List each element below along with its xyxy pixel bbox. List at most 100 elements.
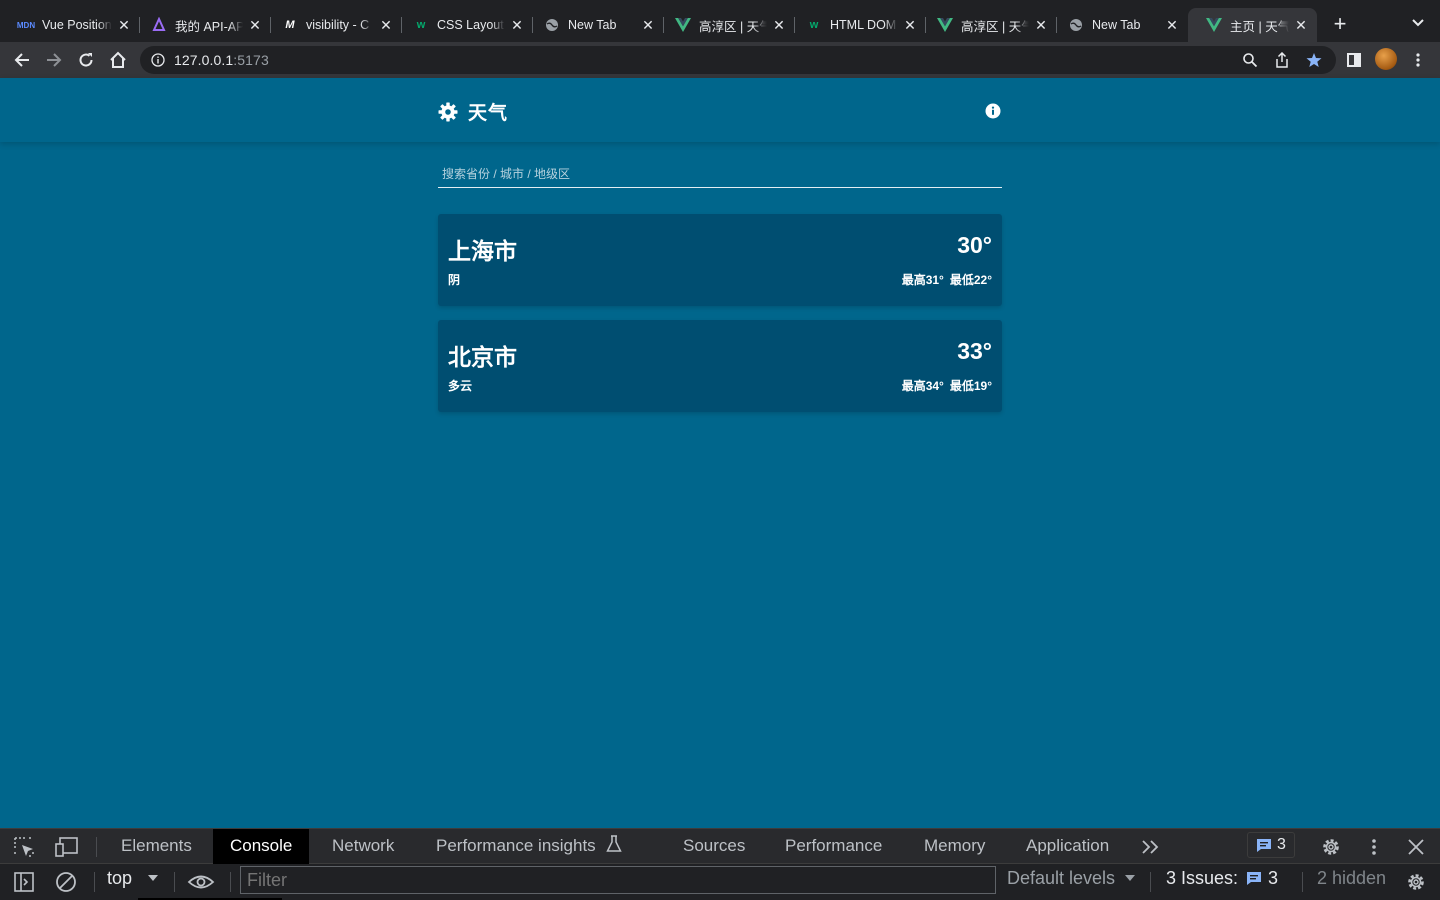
context-selector[interactable]: top [107,868,159,889]
zoom-icon[interactable] [1240,50,1260,70]
weather-condition: 多云 [448,379,473,393]
info-icon[interactable] [985,103,1001,119]
browser-toolbar: 127.0.0.1:5173 [0,42,1440,78]
close-icon[interactable]: ✕ [247,17,263,33]
url-text: 127.0.0.1:5173 [174,52,269,68]
profile-avatar[interactable] [1375,48,1397,70]
console-messages-badge[interactable]: 3 [1247,832,1295,858]
current-temperature: 33° [957,338,992,364]
app-brand[interactable]: 天气 [438,98,508,125]
reload-icon[interactable] [74,48,98,72]
city-name: 北京市 [448,344,517,370]
browser-tab[interactable]: w CSS Layout ✕ [395,8,533,42]
city-search-input[interactable] [438,160,1002,188]
home-icon[interactable] [106,48,130,72]
settings-gear-icon[interactable] [1319,835,1343,859]
issues-button[interactable]: 3 Issues: 3 [1166,868,1278,889]
back-icon[interactable] [10,48,34,72]
messages-count: 3 [1277,836,1286,853]
tab-title: 主页 | 天气 [1230,19,1289,34]
sidebar-toggle-icon[interactable] [12,870,36,894]
medium-icon: M [285,19,295,31]
tab-title: 我的 API-API [175,19,243,34]
browser-tab[interactable]: M visibility - C ✕ [264,8,402,42]
close-icon[interactable]: ✕ [902,17,918,33]
devtools-tab-elements[interactable]: Elements [104,829,209,865]
more-tabs-icon[interactable] [1140,837,1162,857]
site-info-icon[interactable] [151,53,165,67]
devtools-tab-application[interactable]: Application [1009,829,1126,865]
browser-tab[interactable]: New Tab ✕ [1050,8,1188,42]
context-value: top [107,868,133,888]
close-icon[interactable]: ✕ [509,17,525,33]
globe-icon [1068,17,1084,33]
browser-tab[interactable]: MDN Vue Position ✕ [0,8,140,42]
bookmark-star-icon[interactable] [1304,50,1324,70]
device-toolbar-icon[interactable] [54,835,80,859]
flask-icon [606,835,623,852]
temperature-range: 最高34° 最低19° [902,377,992,394]
share-icon[interactable] [1272,50,1292,70]
devtools-tab-console[interactable]: Console [213,829,310,865]
devtools-tab-sources[interactable]: Sources [666,829,762,865]
url-host: 127.0.0.1 [174,52,234,68]
close-icon[interactable]: ✕ [1293,17,1309,33]
devtools-tab-performance-insights[interactable]: Performance insights [419,829,639,865]
gear-icon [438,102,458,122]
browser-tab[interactable]: 我的 API-API ✕ [133,8,271,42]
vue-icon [675,17,691,33]
dropdown-arrow-icon [148,875,159,881]
high-temperature: 最高31° [901,273,944,287]
address-bar[interactable]: 127.0.0.1:5173 [140,46,1336,74]
console-settings-gear-icon[interactable] [1404,870,1428,894]
side-panel-icon[interactable] [1344,50,1364,70]
tab-title: HTML DOM [830,18,897,32]
message-icon [1247,872,1262,885]
message-icon [1257,838,1271,852]
levels-label: Default levels [1007,868,1116,888]
tab-title: New Tab [1092,18,1141,32]
console-toolbar: top Default levels 3 Issues: 3 2 hidden [0,864,1440,900]
menu-dots-icon[interactable] [1408,50,1428,70]
browser-tab[interactable]: w HTML DOM ✕ [788,8,926,42]
browser-tab[interactable]: New Tab ✕ [526,8,664,42]
globe-icon [544,17,560,33]
close-icon[interactable]: ✕ [378,17,394,33]
tab-title: New Tab [568,18,617,32]
tab-title: visibility - C [306,18,370,32]
console-filter-input[interactable] [240,866,996,894]
tab-title: Vue Position [42,18,112,32]
close-icon[interactable]: ✕ [771,17,787,33]
customize-dots-icon[interactable] [1366,837,1382,857]
mdn-icon: MDN [16,20,36,30]
inspect-element-icon[interactable] [12,835,36,859]
city-weather-card[interactable]: 上海市 阴 30° 最高31° 最低22° [438,214,1002,306]
browser-tab[interactable]: 高淳区 | 天气 ✕ [657,8,795,42]
url-port: :5173 [233,52,269,68]
log-levels-dropdown[interactable]: Default levels [1007,868,1136,889]
tab-search-icon[interactable] [1406,14,1430,34]
clear-console-icon[interactable] [54,870,78,894]
close-icon[interactable]: ✕ [116,17,132,33]
city-name: 上海市 [448,238,517,264]
dropdown-arrow-icon [1125,875,1136,881]
close-icon[interactable]: ✕ [1033,17,1049,33]
browser-tab-active[interactable]: 主页 | 天气 ✕ [1188,8,1317,42]
tab-label: Performance insights [436,836,596,855]
devtools-tab-performance[interactable]: Performance [768,829,899,865]
devtools-tab-network[interactable]: Network [315,829,411,865]
close-devtools-icon[interactable] [1405,836,1427,858]
browser-tab[interactable]: 高淳区 | 天气 ✕ [919,8,1057,42]
devtools-tab-memory[interactable]: Memory [907,829,1002,865]
city-weather-card[interactable]: 北京市 多云 33° 最高34° 最低19° [438,320,1002,412]
close-icon[interactable]: ✕ [1164,17,1180,33]
live-expression-eye-icon[interactable] [186,871,216,893]
devtools-tab-bar: Elements Console Network Performance ins… [0,828,1440,865]
forward-icon[interactable] [42,48,66,72]
devtools-panel: Elements Console Network Performance ins… [0,828,1440,900]
close-icon[interactable]: ✕ [640,17,656,33]
weather-condition: 阴 [448,273,461,287]
tab-title: 高淳区 | 天气 [699,19,767,34]
apifox-icon [151,17,167,33]
new-tab-button[interactable]: + [1328,12,1352,36]
